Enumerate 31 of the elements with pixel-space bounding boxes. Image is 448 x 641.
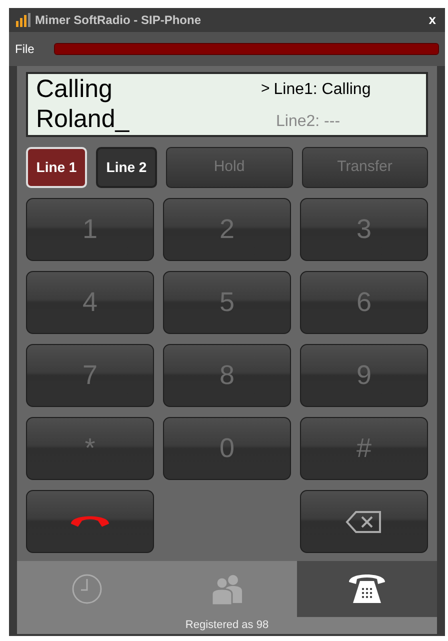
dial-key[interactable]: # [300, 417, 428, 480]
dial-key[interactable]: 2 [163, 198, 291, 261]
dial-key[interactable]: 1 [26, 198, 154, 261]
line-status: Line2: --- [276, 112, 340, 132]
dial-key[interactable]: 6 [300, 271, 428, 334]
dial-key[interactable]: 0 [163, 417, 291, 480]
signal-bars-icon [16, 13, 31, 27]
dialed-number: Roland_ [36, 104, 130, 134]
dial-key[interactable]: 8 [163, 344, 291, 407]
dial-key[interactable]: 7 [26, 344, 154, 407]
hang-up-button[interactable] [26, 490, 154, 553]
menu-item[interactable]: File [15, 40, 34, 58]
clock-icon [71, 573, 103, 605]
selection-marker: > [261, 79, 270, 100]
dial-key[interactable]: 9 [300, 344, 428, 407]
dial-key[interactable]: 4 [26, 271, 154, 334]
call-status: Calling [36, 74, 114, 104]
telephone-icon [347, 572, 387, 606]
backspace-button[interactable] [300, 490, 428, 553]
backspace-icon [345, 510, 383, 534]
hang-up-icon [71, 516, 109, 527]
window-title: Mimer SoftRadio - SIP-Phone [35, 12, 202, 29]
nav-tab[interactable] [297, 561, 437, 617]
line-tab[interactable]: Line 1 [26, 147, 87, 188]
dial-key[interactable]: 5 [163, 271, 291, 334]
dial-key[interactable]: 3 [300, 198, 428, 261]
line-tab[interactable]: Line 2 [96, 147, 157, 188]
close-button[interactable]: x [428, 10, 438, 30]
dial-key[interactable]: * [26, 417, 154, 480]
line-status: Line1: Calling [274, 80, 371, 100]
status-text: Registered as 98 [185, 618, 269, 634]
